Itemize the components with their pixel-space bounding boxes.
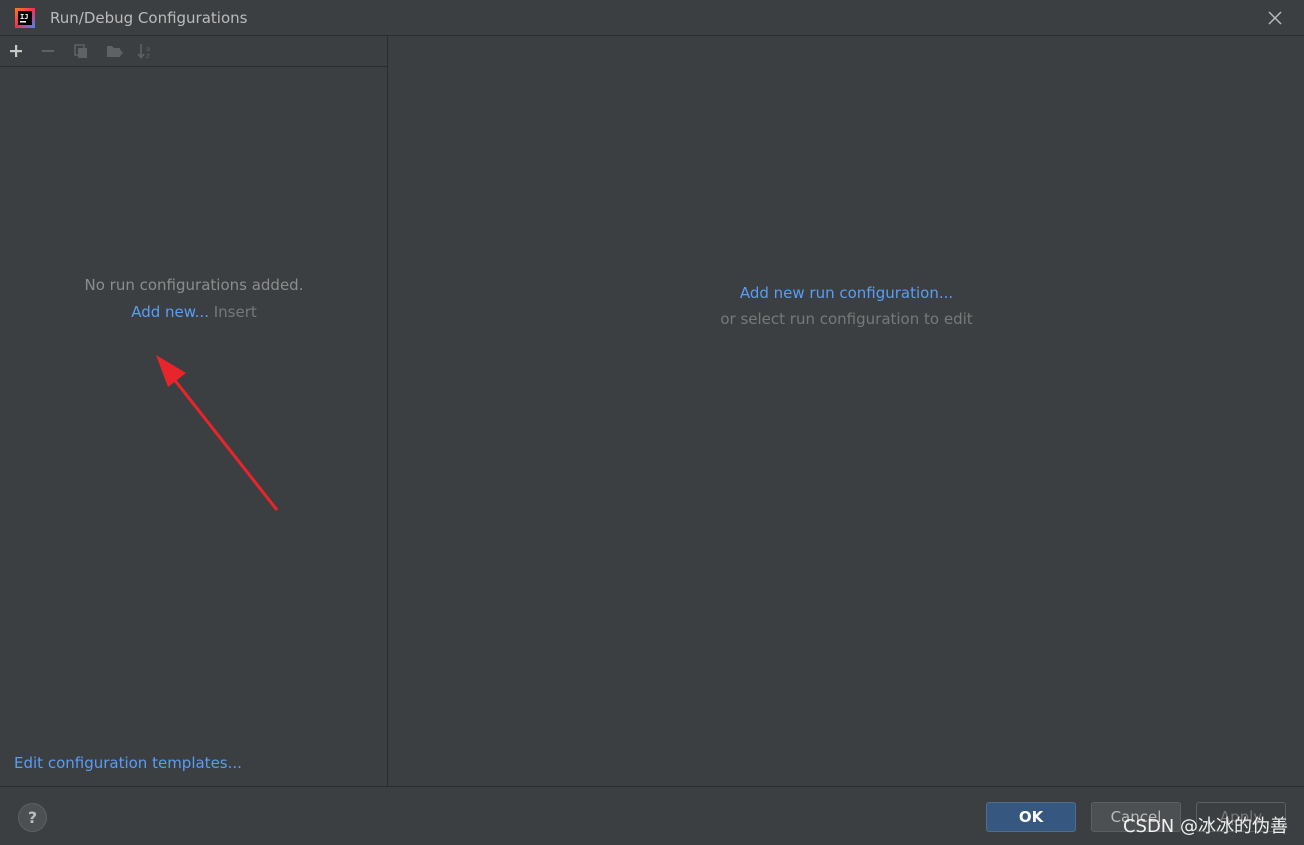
configurations-toolbar: a z bbox=[0, 36, 388, 67]
close-icon[interactable] bbox=[1266, 9, 1284, 27]
title-bar: IJ Run/Debug Configurations bbox=[0, 0, 1304, 36]
svg-text:IJ: IJ bbox=[20, 13, 28, 21]
sort-alpha-icon: a z bbox=[137, 44, 150, 59]
remove-configuration-button[interactable] bbox=[37, 41, 59, 61]
edit-templates-link[interactable]: Edit configuration templates... bbox=[14, 754, 242, 772]
minus-icon bbox=[42, 50, 54, 52]
insert-shortcut-hint: Insert bbox=[213, 303, 257, 321]
new-folder-icon bbox=[107, 46, 123, 57]
add-run-configuration-row: Add new run configuration... bbox=[389, 284, 1304, 302]
add-new-link[interactable]: Add new... bbox=[131, 303, 209, 321]
dialog-footer: ? OK Cancel Apply CSDN @冰冰的伪善 bbox=[0, 786, 1304, 845]
copy-configuration-button[interactable] bbox=[70, 41, 92, 61]
window-title: Run/Debug Configurations bbox=[50, 9, 248, 27]
empty-configurations-message: No run configurations added. bbox=[84, 276, 304, 294]
add-configuration-button[interactable] bbox=[5, 41, 27, 61]
svg-text:z: z bbox=[146, 52, 150, 59]
add-run-configuration-link[interactable]: Add new run configuration... bbox=[740, 284, 953, 302]
configurations-list-pane: a z No run configurations added. Add new… bbox=[0, 36, 388, 786]
ok-button[interactable]: OK bbox=[986, 802, 1076, 832]
sort-configurations-button[interactable]: a z bbox=[135, 41, 157, 61]
add-new-line: Add new... Insert bbox=[0, 303, 388, 321]
copy-icon bbox=[74, 44, 87, 58]
annotation-arrow bbox=[156, 355, 279, 511]
intellij-app-icon: IJ bbox=[15, 8, 35, 28]
csdn-watermark: CSDN @冰冰的伪善 bbox=[1122, 816, 1288, 837]
plus-icon bbox=[10, 45, 22, 57]
select-configuration-hint: or select run configuration to edit bbox=[720, 310, 973, 328]
help-button[interactable]: ? bbox=[18, 803, 47, 832]
new-folder-button[interactable] bbox=[104, 41, 126, 61]
configuration-details-pane: Add new run configuration... or select r… bbox=[389, 36, 1304, 786]
